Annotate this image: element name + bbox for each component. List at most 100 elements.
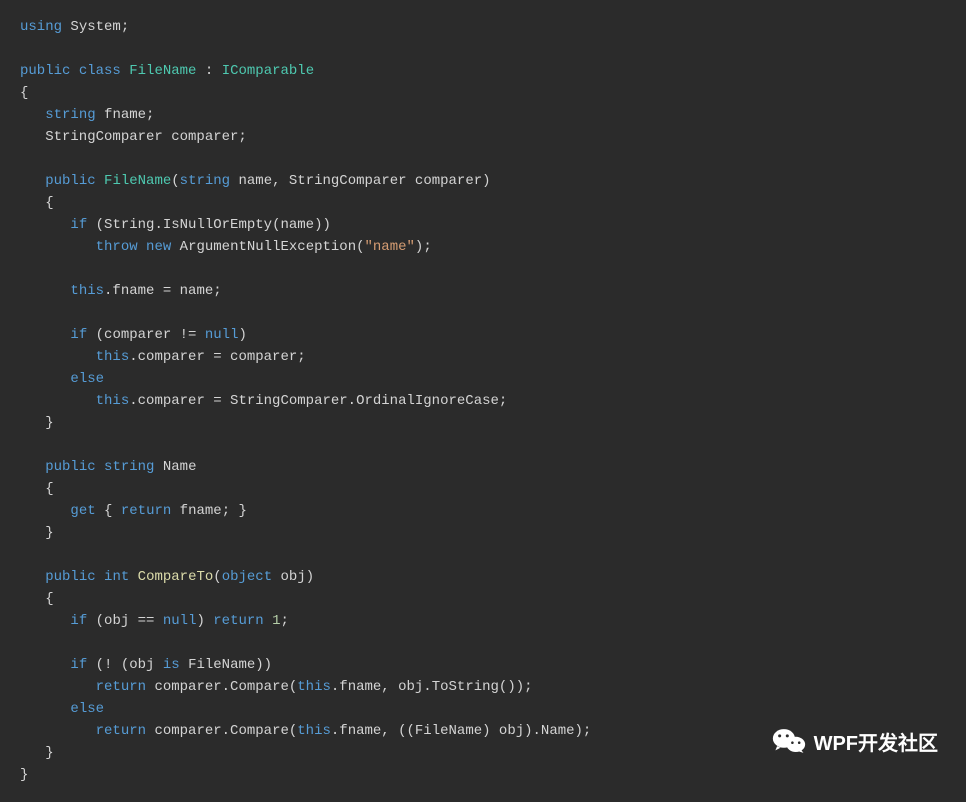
code-token: { [20,481,54,497]
code-token: comparer.Compare( [146,679,297,695]
code-token: return [96,679,146,695]
code-token [96,173,104,189]
watermark: WPF开发社区 [772,727,938,760]
code-token: ArgumentNullException( [171,239,364,255]
code-token: public [20,63,70,79]
code-token: if [70,327,87,343]
code-token [20,173,45,189]
code-token: null [205,327,239,343]
code-token [121,63,129,79]
code-token: string [104,459,154,475]
code-token: fname; [96,107,155,123]
code-token: object [222,569,272,585]
code-token: ) [238,327,246,343]
code-token: comparer.Compare( [146,723,297,739]
code-token: obj) [272,569,314,585]
code-token: get [70,503,95,519]
code-token [20,283,70,299]
wechat-icon [772,727,806,760]
code-token [20,569,45,585]
code-token: public [45,569,95,585]
code-token: ; [281,613,289,629]
code-token: 1 [272,613,280,629]
code-token: .fname = name; [104,283,222,299]
code-token: ( [213,569,221,585]
code-token: ( [171,173,179,189]
code-token: throw [96,239,138,255]
code-token: Name [154,459,196,475]
code-token: this [297,723,331,739]
code-token: CompareTo [138,569,214,585]
code-token [20,657,70,673]
code-token: return [213,613,263,629]
code-token: using [20,19,62,35]
code-token: public [45,459,95,475]
code-token [20,701,70,717]
code-token: .comparer = StringComparer.OrdinalIgnore… [129,393,507,409]
code-token: FileName [104,173,171,189]
code-token: return [121,503,171,519]
code-token: (! (obj [87,657,163,673]
code-token: } [20,745,54,761]
code-token: if [70,217,87,233]
code-token: (comparer != [87,327,205,343]
code-token: .fname, ((FileName) obj).Name); [331,723,591,739]
code-token [20,371,70,387]
code-token: name, StringComparer comparer) [230,173,490,189]
code-token [264,613,272,629]
code-token: : [196,63,221,79]
code-token [20,393,96,409]
code-token: } [20,525,54,541]
code-token [70,63,78,79]
code-token [20,613,70,629]
code-token: null [163,613,197,629]
code-block: using System; public class FileName : IC… [20,19,591,783]
code-token: (obj == [87,613,163,629]
code-token: class [79,63,121,79]
code-token: StringComparer comparer; [20,129,247,145]
code-token: { [20,85,28,101]
code-token: new [146,239,171,255]
code-token [129,569,137,585]
code-token [20,107,45,123]
code-token [20,503,70,519]
code-token [20,349,96,365]
code-token: this [96,349,130,365]
code-token: } [20,767,28,783]
code-token [20,679,96,695]
code-token: string [45,107,95,123]
code-token: .comparer = comparer; [129,349,305,365]
code-token: is [163,657,180,673]
code-token: ); [415,239,432,255]
code-token: System; [62,19,129,35]
code-token: IComparable [222,63,314,79]
code-token: "name" [365,239,415,255]
code-token [20,239,96,255]
code-token: (String.IsNullOrEmpty(name)) [87,217,331,233]
code-token: else [70,371,104,387]
code-token: int [104,569,129,585]
code-token: } [20,415,54,431]
code-token: { [96,503,121,519]
code-token: { [20,195,54,211]
code-token [20,459,45,475]
code-token [20,327,70,343]
code-token [20,723,96,739]
code-token: this [96,393,130,409]
code-token: if [70,657,87,673]
code-token: else [70,701,104,717]
code-token: .fname, obj.ToString()); [331,679,533,695]
watermark-text: WPF开发社区 [814,733,938,755]
code-token: string [180,173,230,189]
code-token: if [70,613,87,629]
code-token: FileName)) [180,657,272,673]
code-token: FileName [129,63,196,79]
code-token: fname; } [171,503,247,519]
code-token: { [20,591,54,607]
code-token: return [96,723,146,739]
code-editor[interactable]: using System; public class FileName : IC… [0,0,966,802]
code-token: this [70,283,104,299]
code-token [96,569,104,585]
code-token [138,239,146,255]
code-token: ) [196,613,213,629]
